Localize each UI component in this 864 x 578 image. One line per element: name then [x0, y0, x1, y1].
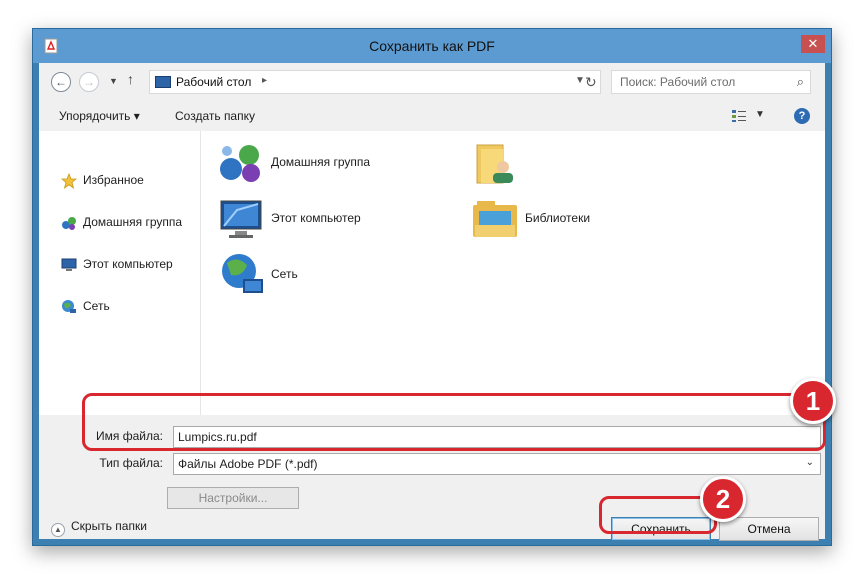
browser-pane: Избранное Домашняя группа Этот компьютер…	[39, 131, 825, 415]
chevron-down-icon[interactable]: ⌄	[806, 457, 814, 468]
nav-item-label: Домашняя группа	[83, 215, 183, 229]
computer-icon	[220, 200, 262, 238]
new-folder-button[interactable]: Создать папку	[175, 109, 255, 123]
address-row: ← → ▼ ↑ Рабочий стол ▸ ▼ ↻ Поиск: Рабочи…	[39, 63, 825, 101]
content-item-label: Домашняя группа	[271, 155, 371, 169]
cancel-button[interactable]: Отмена	[719, 517, 819, 541]
window-title: Сохранить как PDF	[369, 38, 495, 54]
navigation-pane: Избранное Домашняя группа Этот компьютер…	[39, 131, 201, 415]
search-placeholder: Поиск: Рабочий стол	[620, 75, 736, 89]
filetype-select[interactable]: Файлы Adobe PDF (*.pdf) ⌄	[173, 453, 821, 475]
help-icon[interactable]: ?	[794, 108, 810, 124]
network-icon	[62, 300, 76, 313]
save-as-dialog: Сохранить как PDF ✕ ← → ▼ ↑ Рабочий стол…	[32, 28, 832, 546]
view-dropdown-icon[interactable]: ▼	[755, 109, 765, 120]
back-button[interactable]: ←	[51, 72, 71, 92]
address-path[interactable]: Рабочий стол	[176, 75, 251, 89]
content-item-label: Этот компьютер	[271, 211, 361, 225]
title-bar: Сохранить как PDF ✕	[33, 29, 831, 63]
chevron-up-icon: ▲	[51, 523, 65, 537]
view-options-icon[interactable]	[731, 109, 747, 123]
forward-button[interactable]: →	[79, 72, 99, 92]
up-arrow-icon[interactable]: ↑	[127, 71, 134, 87]
nav-item-label: Сеть	[83, 299, 110, 313]
callout-filename-fields	[82, 393, 826, 451]
content-item-label: Сеть	[271, 267, 298, 281]
badge-1: 1	[790, 378, 836, 424]
star-icon	[61, 173, 77, 189]
nav-item-label: Избранное	[83, 173, 144, 187]
network-icon	[222, 254, 263, 293]
hide-folders-label: Скрыть папки	[71, 519, 147, 533]
filetype-label: Тип файла:	[99, 456, 163, 470]
nav-item-label: Этот компьютер	[83, 257, 173, 271]
badge-2: 2	[700, 476, 746, 522]
close-button[interactable]: ✕	[801, 35, 825, 53]
settings-button[interactable]: Настройки...	[167, 487, 299, 509]
recent-dropdown-icon[interactable]: ▼	[109, 76, 118, 86]
toolbar: Упорядочить ▾ Создать папку ▼ ?	[39, 101, 825, 131]
computer-icon	[61, 258, 77, 271]
desktop-icon	[155, 76, 171, 88]
refresh-icon[interactable]: ↻	[585, 74, 597, 91]
organize-menu[interactable]: Упорядочить ▾	[59, 109, 140, 123]
user-folder-icon	[476, 144, 513, 184]
homegroup-icon	[220, 145, 260, 182]
homegroup-icon	[62, 217, 76, 230]
filetype-value[interactable]: Файлы Adobe PDF (*.pdf)	[178, 457, 318, 471]
search-input[interactable]: Поиск: Рабочий стол ⌕	[611, 70, 811, 94]
dialog-body: ← → ▼ ↑ Рабочий стол ▸ ▼ ↻ Поиск: Рабочи…	[39, 63, 825, 541]
libraries-icon	[473, 201, 517, 237]
hide-folders-toggle[interactable]: ▲ Скрыть папки	[51, 519, 147, 537]
content-item-label: Библиотеки	[525, 211, 591, 225]
address-dropdown-icon[interactable]: ▼	[575, 75, 585, 86]
breadcrumb-chevron-icon[interactable]: ▸	[262, 75, 267, 86]
address-bar[interactable]: Рабочий стол ▸ ▼	[149, 70, 601, 94]
search-icon[interactable]: ⌕	[797, 74, 804, 90]
